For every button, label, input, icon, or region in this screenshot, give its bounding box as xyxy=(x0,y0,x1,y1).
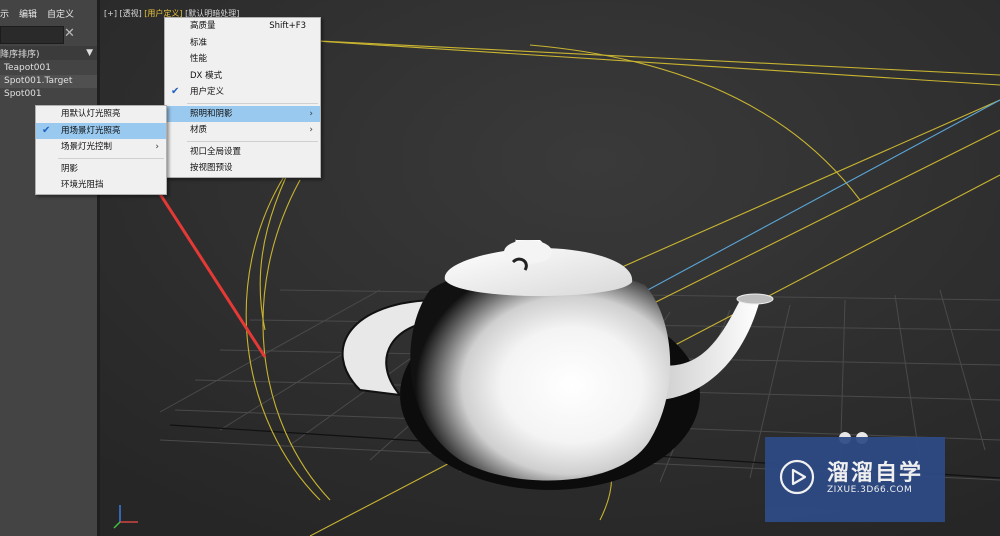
scene-item-spot-target[interactable]: Spot001.Target xyxy=(0,75,97,88)
sort-header[interactable]: 降序排序) ▼ xyxy=(0,46,97,60)
submenu-item-scene-light-control[interactable]: 场景灯光控制 › xyxy=(36,139,166,156)
menu-item-per-view-preset[interactable]: 按视图预设 xyxy=(165,160,320,177)
menu-item-label: 高质量 xyxy=(190,21,216,31)
menu-separator xyxy=(58,157,164,159)
menu-item-label: 用场景灯光照亮 xyxy=(61,125,121,136)
menu-item-viewport-global-settings[interactable]: 视口全局设置 xyxy=(165,144,320,161)
sort-label: 降序排序) xyxy=(0,49,40,60)
menu-item-label: 材质 xyxy=(190,125,208,135)
submenu-item-default-lights[interactable]: 用默认灯光照亮 xyxy=(36,106,166,123)
menu-display[interactable]: 示 xyxy=(0,7,9,20)
menu-item-label: 照明和阴影 xyxy=(190,108,233,119)
menu-item-materials[interactable]: 材质 › xyxy=(165,122,320,139)
submenu-item-shadows[interactable]: 阴影 xyxy=(36,161,166,178)
search-input[interactable] xyxy=(0,26,64,44)
menu-item-shortcut: Shift+F3 xyxy=(269,21,306,31)
lighting-submenu: 用默认灯光照亮 ✔ 用场景灯光照亮 场景灯光控制 › 阴影 环境光阻挡 xyxy=(35,105,167,195)
play-logo-icon xyxy=(779,459,815,495)
menu-customize[interactable]: 自定义 xyxy=(47,7,74,20)
menu-item-dx-mode[interactable]: DX 模式 xyxy=(165,68,320,85)
watermark-url: ZIXUE.3D66.COM xyxy=(827,485,913,495)
watermark-title: 溜溜自学 xyxy=(827,461,924,486)
close-icon[interactable]: ✕ xyxy=(64,26,75,42)
shading-preset-menu: 高质量 Shift+F3 标准 性能 DX 模式 ✔ 用户定义 照明和阴影 › … xyxy=(164,17,321,178)
submenu-arrow-icon: › xyxy=(309,125,313,135)
menu-item-standard[interactable]: 标准 xyxy=(165,35,320,52)
menu-item-label: 用户定义 xyxy=(190,87,225,97)
menu-item-performance[interactable]: 性能 xyxy=(165,51,320,68)
watermark-logo: 溜溜自学 ZIXUE.3D66.COM xyxy=(765,437,945,522)
submenu-item-scene-lights[interactable]: ✔ 用场景灯光照亮 xyxy=(36,122,166,139)
scene-item-teapot[interactable]: Teapot001 xyxy=(0,62,97,75)
checkmark-icon: ✔ xyxy=(42,124,51,136)
menu-item-user-defined[interactable]: ✔ 用户定义 xyxy=(165,84,320,101)
checkmark-icon: ✔ xyxy=(171,86,180,97)
menu-item-label: 场景灯光控制 xyxy=(61,142,113,152)
menu-item-lighting-shadows[interactable]: 照明和阴影 › xyxy=(165,105,320,122)
scene-explorer-panel: 示 编辑 自定义 ✕ 降序排序) ▼ Teapot001 Spot001.Tar… xyxy=(0,0,97,536)
submenu-item-ambient-occlusion[interactable]: 环境光阻挡 xyxy=(36,177,166,194)
viewport-menu-plus[interactable]: [+] xyxy=(104,9,117,18)
dropdown-arrow-icon[interactable]: ▼ xyxy=(86,46,93,60)
submenu-arrow-icon: › xyxy=(155,142,159,152)
menu-separator xyxy=(187,102,318,104)
menu-separator xyxy=(187,140,318,142)
menu-bar: 示 编辑 自定义 xyxy=(0,0,97,26)
menu-item-high-quality[interactable]: 高质量 Shift+F3 xyxy=(165,18,320,35)
scene-item-spot[interactable]: Spot001 xyxy=(0,88,97,101)
menu-edit[interactable]: 编辑 xyxy=(19,7,37,20)
submenu-arrow-icon: › xyxy=(309,108,313,119)
viewport-menu-view[interactable]: [透视] xyxy=(120,9,142,18)
